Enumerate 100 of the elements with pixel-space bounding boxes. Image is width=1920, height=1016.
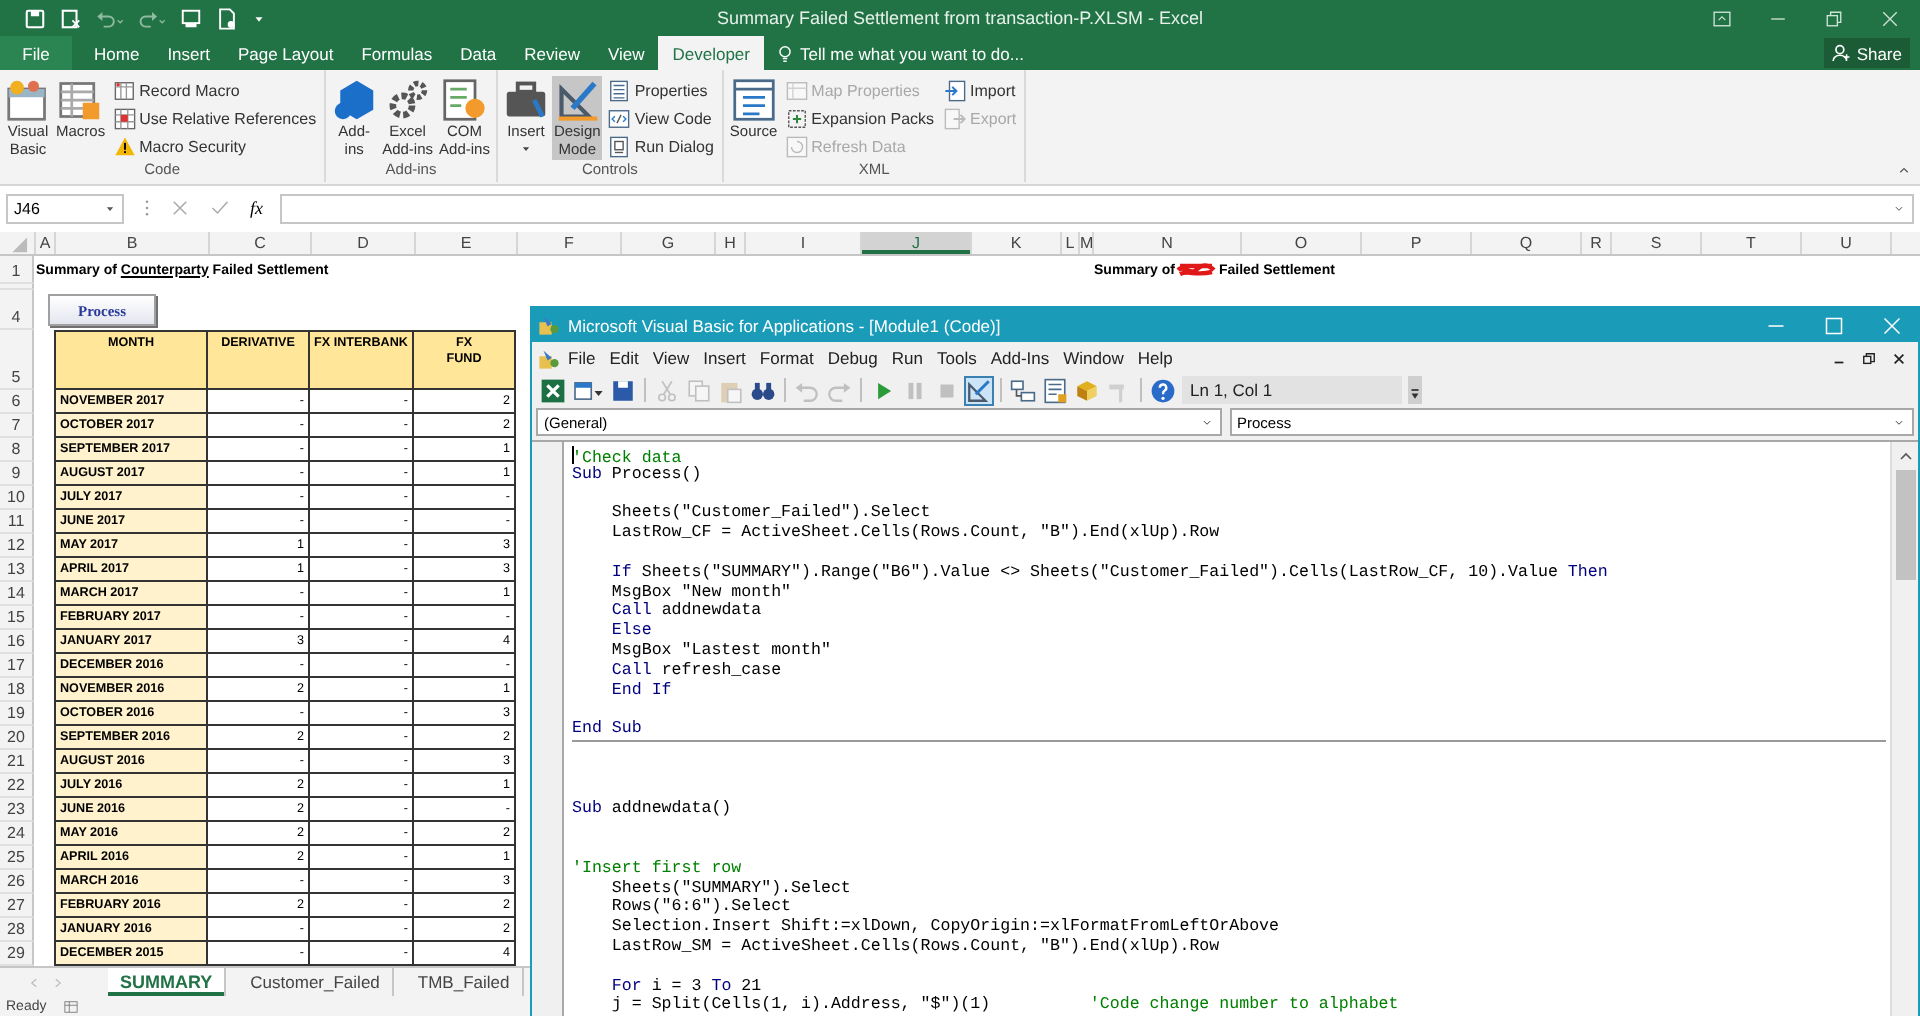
properties-icon[interactable] <box>1042 377 1068 403</box>
document-icon[interactable] <box>216 7 238 29</box>
column-header[interactable]: T <box>1702 232 1802 254</box>
floppy-icon[interactable] <box>60 7 82 29</box>
row-header[interactable]: 22 <box>0 774 34 798</box>
column-header[interactable]: A <box>36 232 56 254</box>
ribbon-tab[interactable]: Data <box>446 36 511 70</box>
row-header[interactable]: 11 <box>0 510 34 534</box>
column-header[interactable]: B <box>56 232 210 254</box>
menu-item[interactable]: Format <box>753 348 820 368</box>
row-header[interactable]: 4 <box>0 290 34 330</box>
menu-item[interactable]: Edit <box>603 348 645 368</box>
name-box[interactable]: J46 <box>6 193 124 223</box>
save-icon[interactable] <box>24 7 46 29</box>
excel-icon[interactable] <box>540 377 566 403</box>
scroll-left-icon[interactable] <box>28 975 40 989</box>
row-header[interactable]: 9 <box>0 462 34 486</box>
help-icon[interactable] <box>1150 377 1176 403</box>
menu-item[interactable]: File <box>562 348 602 368</box>
ribbon-tab[interactable]: Formulas <box>347 36 447 70</box>
menu-item[interactable]: Run <box>885 348 929 368</box>
row-header[interactable]: 16 <box>0 630 34 654</box>
menu-item[interactable]: View <box>646 348 696 368</box>
ribbon-tab[interactable]: View <box>593 36 659 70</box>
column-header[interactable]: R <box>1582 232 1612 254</box>
menu-item[interactable]: Help <box>1131 348 1179 368</box>
row-header[interactable]: 7 <box>0 414 34 438</box>
ribbon-button[interactable]: Use Relative References <box>109 104 321 132</box>
menu-item[interactable]: Tools <box>930 348 983 368</box>
ruler-pencil-icon[interactable] <box>966 377 992 403</box>
column-header[interactable]: G <box>622 232 716 254</box>
save-icon[interactable] <box>610 377 636 403</box>
row-header[interactable]: 10 <box>0 486 34 510</box>
formula-field[interactable] <box>279 193 1914 223</box>
column-header[interactable]: L <box>1062 232 1080 254</box>
ribbon-button[interactable]: Expansion Packs <box>781 104 939 132</box>
cancel-icon[interactable] <box>170 198 190 218</box>
ribbon-button[interactable]: Run Dialog <box>604 132 718 160</box>
row-header[interactable]: 26 <box>0 870 34 894</box>
close-icon[interactable] <box>1892 351 1906 365</box>
menu-item[interactable]: Debug <box>821 348 884 368</box>
toolbar-overflow-icon[interactable] <box>1408 376 1422 404</box>
row-header[interactable]: 17 <box>0 654 34 678</box>
row-header[interactable]: 27 <box>0 894 34 918</box>
column-header[interactable]: Q <box>1472 232 1582 254</box>
row-header[interactable]: 5 <box>0 330 34 390</box>
ribbon-button[interactable]: Record Macro <box>109 76 321 104</box>
row-header[interactable]: 19 <box>0 702 34 726</box>
undo-icon[interactable] <box>96 7 124 29</box>
menu-item[interactable]: Insert <box>697 348 752 368</box>
column-header[interactable]: D <box>312 232 416 254</box>
ribbon-button[interactable]: Properties <box>604 76 718 104</box>
ribbon-button[interactable]: Import <box>940 76 1021 104</box>
column-header[interactable]: F <box>518 232 622 254</box>
redo-icon[interactable] <box>138 7 166 29</box>
enter-icon[interactable] <box>210 198 230 218</box>
tell-me-field[interactable]: Tell me what you want to do... <box>800 43 1040 63</box>
row-header[interactable]: 24 <box>0 822 34 846</box>
scroll-right-icon[interactable] <box>52 975 64 989</box>
ribbon-tab[interactable]: File <box>0 36 72 70</box>
column-header[interactable]: U <box>1802 232 1892 254</box>
scrollbar-thumb[interactable] <box>1895 470 1915 580</box>
row-header[interactable]: 21 <box>0 750 34 774</box>
caret-icon[interactable] <box>252 11 266 25</box>
row-header[interactable]: 25 <box>0 846 34 870</box>
row-header[interactable]: 23 <box>0 798 34 822</box>
collapse-ribbon-icon[interactable] <box>1896 164 1912 176</box>
column-header[interactable]: S <box>1612 232 1702 254</box>
ribbon-tab[interactable]: Page Layout <box>223 36 348 70</box>
row-header[interactable]: 13 <box>0 558 34 582</box>
column-header[interactable]: O <box>1242 232 1362 254</box>
ribbon-tab[interactable]: Review <box>510 36 594 70</box>
insert-form-icon[interactable] <box>572 377 604 403</box>
scrollbar[interactable] <box>1890 442 1918 1016</box>
restore-icon[interactable] <box>1862 351 1876 365</box>
ribbon-display-icon[interactable] <box>1712 9 1732 27</box>
row-header[interactable]: 1 <box>0 256 34 284</box>
column-header[interactable]: C <box>210 232 312 254</box>
column-header[interactable]: K <box>972 232 1062 254</box>
row-header[interactable]: 6 <box>0 390 34 414</box>
expand-icon[interactable] <box>1892 203 1906 213</box>
project-explorer-icon[interactable] <box>1010 377 1036 403</box>
row-header[interactable]: 8 <box>0 438 34 462</box>
row-header[interactable]: 15 <box>0 606 34 630</box>
ribbon-button[interactable]: View Code <box>604 104 718 132</box>
ribbon-button[interactable]: Macro Security <box>109 132 321 160</box>
sheet-tab[interactable]: SUMMARY <box>108 968 227 996</box>
row-header[interactable]: 18 <box>0 678 34 702</box>
menu-item[interactable]: Add-Ins <box>984 348 1056 368</box>
binoculars-icon[interactable] <box>750 377 776 403</box>
preview-icon[interactable] <box>180 7 202 29</box>
row-header[interactable]: 20 <box>0 726 34 750</box>
menu-item[interactable]: Window <box>1057 348 1130 368</box>
insert-function-button[interactable]: fx <box>250 198 263 218</box>
column-header[interactable]: P <box>1362 232 1472 254</box>
object-browser-icon[interactable] <box>1074 377 1100 403</box>
record-macro-icon[interactable] <box>62 999 81 1013</box>
row-header[interactable]: 28 <box>0 918 34 942</box>
ribbon-tab[interactable]: Developer <box>658 36 764 70</box>
column-header[interactable]: H <box>716 232 746 254</box>
